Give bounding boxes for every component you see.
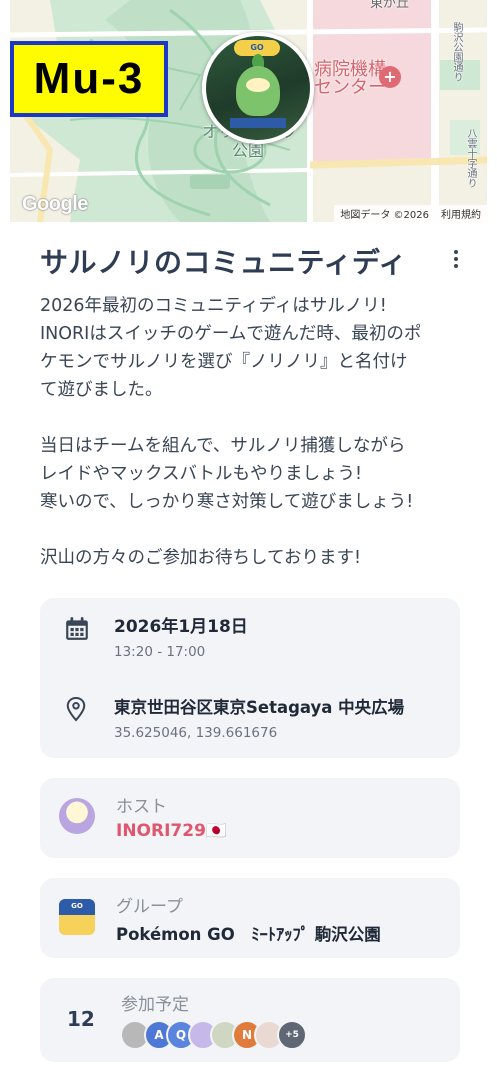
- map-label-hospital-2: センター: [314, 77, 386, 98]
- group-label: グループ: [116, 897, 183, 917]
- host-label: ホスト: [116, 797, 167, 817]
- attendees-label: 参加予定: [121, 995, 189, 1015]
- event-description: 2026年最初のコミュニティディはサルノリ! INORIはスイッチのゲームで遊ん…: [40, 292, 460, 600]
- terms-link[interactable]: 利用規約: [441, 210, 481, 221]
- host-avatar: [59, 798, 95, 834]
- description-paragraph-3: 沢山の方々のご参加お待ちしております!: [40, 548, 361, 568]
- more-attendees-badge[interactable]: +5: [277, 1020, 307, 1050]
- map-label-road-2: 八雲十字通り: [465, 128, 476, 188]
- event-time: 13:20 - 17:00: [114, 644, 206, 660]
- event-title: サルノリのコミュニティディ: [40, 246, 407, 279]
- group-avatar: GO: [59, 899, 95, 935]
- map-attribution: 地図データ ©2026 利用規約: [334, 205, 487, 222]
- grookey-image: [236, 66, 280, 116]
- map-label-park-2: 公園: [232, 141, 265, 160]
- description-paragraph-2: 当日はチームを組んで、サルノリ捕獲しながら レイドやマックスバトルもやりましょう…: [40, 436, 414, 512]
- host-card[interactable]: ホスト INORI729🇯🇵: [40, 778, 460, 858]
- event-location[interactable]: 東京世田谷区東京Setagaya 中央広場: [114, 694, 404, 718]
- event-details-card: 2026年1月18日 13:20 - 17:00 東京世田谷区東京Setagay…: [40, 598, 460, 758]
- hospital-icon: +: [379, 66, 401, 88]
- map-label-area: 東が丘: [370, 0, 410, 11]
- event-date: 2026年1月18日: [114, 617, 248, 637]
- host-name[interactable]: INORI729🇯🇵: [116, 821, 227, 841]
- more-options-icon[interactable]: [446, 248, 466, 270]
- group-name[interactable]: Pokémon GO ﾐｰﾄｱｯﾌﾟ 駒沢公園: [116, 921, 381, 945]
- description-paragraph-1: 2026年最初のコミュニティディはサルノリ! INORIはスイッチのゲームで遊ん…: [40, 296, 422, 400]
- group-card[interactable]: GO グループ Pokémon GO ﾐｰﾄｱｯﾌﾟ 駒沢公園: [40, 878, 460, 958]
- location-pin-icon: [66, 696, 86, 722]
- google-logo: Google: [22, 193, 88, 215]
- calendar-icon: [66, 617, 88, 640]
- community-day-ribbon: [230, 118, 286, 128]
- attendee-count: 12: [67, 1007, 95, 1031]
- map-label-road-1: 駒沢公園通り: [451, 22, 462, 82]
- map-data-credit: 地図データ ©2026: [340, 210, 429, 221]
- event-map-pin[interactable]: GO: [202, 32, 314, 144]
- screenshot-badge: Mu-3: [10, 41, 168, 117]
- event-coordinates: 35.625046, 139.661676: [114, 725, 278, 741]
